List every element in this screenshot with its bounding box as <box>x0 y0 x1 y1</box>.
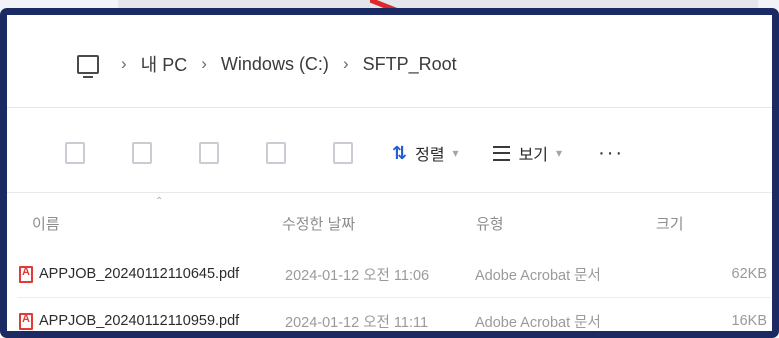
chevron-right-icon: › <box>342 54 349 73</box>
file-date: 2024-01-12 오전 11:11 <box>285 314 429 331</box>
breadcrumb[interactable]: › 내 PC › Windows (C:) › SFTP_Root <box>7 33 772 95</box>
chevron-down-icon: ▾ <box>556 146 563 160</box>
view-button[interactable]: 보기 ▾ <box>492 141 563 165</box>
sort-label: 정렬 <box>415 147 445 164</box>
rename-button[interactable] <box>258 139 294 167</box>
paste-icon <box>199 142 219 164</box>
file-date: 2024-01-12 오전 11:06 <box>285 267 430 284</box>
view-lines-icon <box>492 145 510 161</box>
file-row[interactable]: APPJOB_20240112110645.pdf 2024-01-12 오전 … <box>17 255 771 293</box>
file-row[interactable]: APPJOB_20240112110959.pdf 2024-01-12 오전 … <box>17 302 771 331</box>
sort-icon: ⇅ <box>392 142 408 163</box>
chevron-down-icon: ▾ <box>452 146 459 160</box>
file-type: Adobe Acrobat 문서 <box>475 267 601 284</box>
file-size: 16KB <box>731 313 767 329</box>
file-name: APPJOB_20240112110959.pdf <box>39 313 240 329</box>
file-name: APPJOB_20240112110645.pdf <box>39 266 240 282</box>
chevron-right-icon: › <box>201 54 207 73</box>
column-headers: 이름 수정한 날짜 유형 크기 <box>7 201 772 245</box>
explorer-window: › 내 PC › Windows (C:) › SFTP_Root ⇅ 정렬 ▾… <box>0 8 779 338</box>
divider <box>17 297 771 298</box>
cut-icon <box>65 142 85 164</box>
column-header-size[interactable]: 크기 <box>656 213 736 234</box>
file-size: 62KB <box>731 266 767 282</box>
view-label: 보기 <box>518 147 549 164</box>
pc-icon <box>77 54 99 78</box>
delete-button[interactable] <box>325 139 361 167</box>
file-type: Adobe Acrobat 문서 <box>475 314 601 331</box>
breadcrumb-item[interactable]: 내 PC <box>141 51 188 77</box>
chevron-right-icon: › <box>121 54 127 73</box>
column-header-date[interactable]: 수정한 날짜 <box>282 213 476 234</box>
cut-button[interactable] <box>57 139 93 167</box>
divider <box>7 192 772 193</box>
breadcrumb-item[interactable]: Windows (C:) <box>221 54 329 75</box>
command-bar: ⇅ 정렬 ▾ 보기 ▾ ··· <box>7 125 772 181</box>
breadcrumb-item[interactable]: SFTP_Root <box>363 54 457 75</box>
pdf-icon <box>19 265 33 283</box>
copy-button[interactable] <box>124 139 160 167</box>
paste-button[interactable] <box>191 139 227 167</box>
sort-button[interactable]: ⇅ 정렬 ▾ <box>392 141 459 165</box>
divider <box>7 107 772 108</box>
delete-icon <box>333 142 353 164</box>
column-header-name[interactable]: 이름 <box>32 213 282 234</box>
copy-icon <box>132 142 152 164</box>
rename-icon <box>266 142 286 164</box>
more-button[interactable]: ··· <box>598 142 624 165</box>
column-header-type[interactable]: 유형 <box>476 213 656 234</box>
pdf-icon <box>19 312 33 330</box>
